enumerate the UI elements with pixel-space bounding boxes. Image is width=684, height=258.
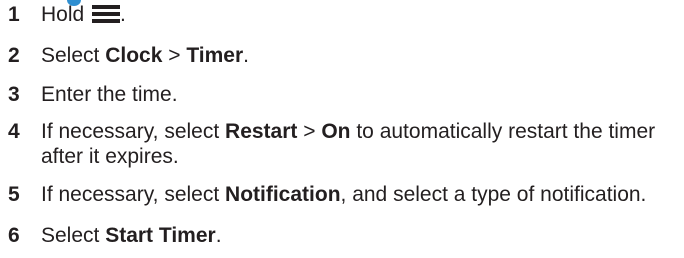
step-6: 6 Select Start Timer. — [0, 223, 661, 248]
step-number: 3 — [8, 83, 20, 106]
step-text: If necessary, select Restart > On to aut… — [41, 120, 656, 168]
step-text: Hold . — [41, 3, 126, 26]
step-5: 5 If necessary, select Notification, and… — [0, 182, 661, 207]
step-number: 6 — [8, 224, 20, 247]
step-1: 1 Hold . — [0, 2, 661, 27]
step-text: Enter the time. — [41, 83, 178, 106]
step-3: 3 Enter the time. — [0, 82, 661, 107]
step-4: 4 If necessary, select Restart > On to a… — [0, 119, 661, 169]
step-text: If necessary, select Notification, and s… — [41, 183, 647, 206]
step-number: 2 — [8, 44, 20, 67]
menu-icon — [92, 5, 121, 23]
step-number: 1 — [8, 3, 20, 26]
step-text: Select Clock > Timer. — [41, 44, 249, 67]
step-number: 4 — [8, 120, 20, 143]
step-text: Select Start Timer. — [41, 224, 222, 247]
step-2: 2 Select Clock > Timer. — [0, 43, 661, 68]
step-number: 5 — [8, 183, 20, 206]
